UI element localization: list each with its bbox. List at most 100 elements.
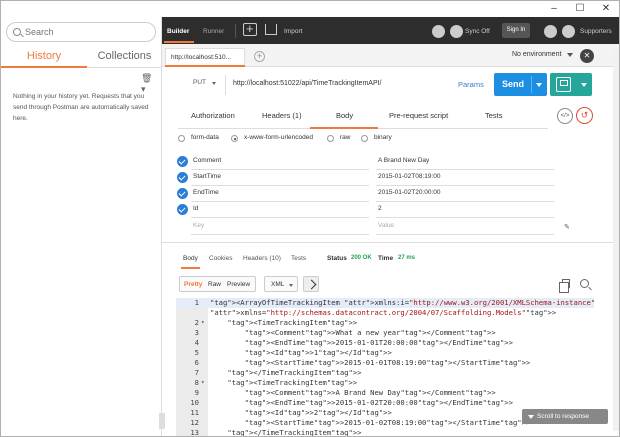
tab-tests[interactable]: Tests bbox=[485, 111, 503, 120]
row-value[interactable]: 2 bbox=[378, 205, 382, 212]
send-options-chevron-icon[interactable] bbox=[536, 83, 542, 87]
runner-tab[interactable]: Runner bbox=[203, 28, 224, 35]
code-line: 7 "tag"></TimeTrackingItem"tag">> bbox=[176, 368, 594, 378]
tab-collections[interactable]: Collections bbox=[87, 46, 162, 68]
response-tab-body[interactable]: Body bbox=[183, 255, 198, 262]
close-window-button[interactable]: ✕ bbox=[599, 3, 613, 14]
code-text: "tag"><ArrayOfTimeTrackingItem "attr">xm… bbox=[210, 298, 594, 307]
radio-raw[interactable] bbox=[327, 135, 334, 142]
wrap-lines-icon[interactable] bbox=[303, 276, 319, 292]
interceptor-icon[interactable] bbox=[432, 25, 445, 38]
row-enabled-checkbox[interactable] bbox=[177, 188, 188, 199]
radio-form-data[interactable] bbox=[178, 135, 185, 142]
code-line: 2 ▾ "tag"><TimeTrackingItem"tag">> bbox=[176, 318, 594, 328]
postman-window: – ☐ ✕ History Collections 🗑▾ Nothing in … bbox=[0, 0, 620, 437]
send-label: Send bbox=[502, 79, 525, 89]
environment-select[interactable]: No environment bbox=[512, 51, 561, 58]
code-text: "tag"><Comment"tag">>A Brand New Day"tag… bbox=[244, 388, 496, 397]
row-enabled-checkbox[interactable] bbox=[177, 204, 188, 215]
tab-headers[interactable]: Headers (1) bbox=[262, 111, 302, 120]
row-enabled-checkbox[interactable] bbox=[177, 156, 188, 167]
import-icon[interactable] bbox=[265, 24, 277, 35]
format-raw[interactable]: Raw bbox=[208, 281, 221, 288]
form-row-new: Key Value bbox=[173, 218, 573, 235]
method-chevron-icon[interactable] bbox=[212, 82, 216, 85]
params-button[interactable]: Params bbox=[458, 80, 484, 89]
response-tab-cookies[interactable]: Cookies bbox=[209, 255, 232, 262]
format-preview[interactable]: Preview bbox=[227, 281, 250, 288]
supporters-link[interactable]: Supporters bbox=[580, 28, 612, 35]
generate-code-icon[interactable]: </> bbox=[557, 108, 573, 124]
code-line: 4 "tag"><EndTime"tag">>2015-01-01T20:00:… bbox=[176, 338, 594, 348]
row-key[interactable]: Id bbox=[193, 205, 198, 212]
sync-icon[interactable] bbox=[450, 25, 463, 38]
sidebar-scrollbar[interactable] bbox=[159, 413, 165, 429]
row-value[interactable]: 2015-01-02T08:19:00 bbox=[378, 173, 441, 180]
search-box[interactable] bbox=[6, 22, 156, 42]
settings-icon[interactable] bbox=[544, 25, 557, 38]
response-tab-headers[interactable]: Headers (10) bbox=[243, 255, 281, 262]
row-key[interactable]: EndTime bbox=[193, 189, 219, 196]
line-number: 1 bbox=[194, 298, 199, 307]
radio-label-binary: binary bbox=[374, 134, 392, 141]
search-response-icon[interactable] bbox=[580, 279, 589, 288]
bulk-edit-icon[interactable]: ✎ bbox=[564, 223, 572, 231]
fold-toggle-icon[interactable]: ▾ bbox=[201, 318, 205, 328]
builder-tab[interactable]: Builder bbox=[167, 28, 189, 35]
line-number: 7 bbox=[194, 368, 199, 377]
copy-icon[interactable] bbox=[559, 279, 570, 293]
row-value[interactable]: 2015-01-02T20:00:00 bbox=[378, 189, 441, 196]
save-options-chevron-icon[interactable] bbox=[581, 83, 587, 87]
import-button[interactable]: Import bbox=[284, 28, 302, 35]
minimize-button[interactable]: – bbox=[547, 3, 561, 14]
tab-history[interactable]: History bbox=[1, 46, 87, 68]
code-text: "tag"><Id"tag">>1"tag"></Id"tag">> bbox=[244, 348, 392, 357]
code-text: "tag"><TimeTrackingItem"tag">> bbox=[227, 378, 358, 387]
radio-urlencoded[interactable] bbox=[231, 135, 238, 142]
row-key[interactable]: StartTime bbox=[193, 173, 221, 180]
sidebar: History Collections 🗑▾ Nothing in your h… bbox=[1, 17, 165, 436]
sign-in-button[interactable]: Sign In bbox=[502, 23, 530, 38]
code-text: "tag"><EndTime"tag">>2015-01-01T20:00:00… bbox=[244, 338, 513, 347]
time-label: Time bbox=[378, 255, 394, 262]
time-value: 27 ms bbox=[398, 255, 416, 261]
maximize-button[interactable]: ☐ bbox=[573, 3, 587, 14]
heart-icon[interactable] bbox=[562, 25, 575, 38]
radio-binary[interactable] bbox=[361, 135, 368, 142]
language-select[interactable]: XML bbox=[264, 276, 298, 292]
response-tab-tests[interactable]: Tests bbox=[291, 255, 306, 262]
chevron-down-icon[interactable] bbox=[567, 53, 573, 57]
line-number: 3 bbox=[194, 328, 199, 337]
new-value-input[interactable]: Value bbox=[378, 222, 394, 229]
save-disk-icon bbox=[556, 77, 571, 92]
code-text: "tag"><TimeTrackingItem"tag">> bbox=[227, 318, 358, 327]
code-line: 6 "tag"><StartTime"tag">>2015-01-01T08:1… bbox=[176, 358, 594, 368]
new-window-icon[interactable] bbox=[243, 21, 257, 36]
line-number: 9 bbox=[194, 388, 199, 397]
new-key-input[interactable]: Key bbox=[193, 222, 204, 229]
method-select[interactable]: PUT bbox=[193, 79, 206, 86]
reset-icon[interactable]: ↺ bbox=[576, 107, 593, 124]
url-input[interactable]: http://localhost:51022/api/TimeTrackingI… bbox=[233, 80, 382, 87]
tab-authorization[interactable]: Authorization bbox=[191, 111, 235, 120]
row-value[interactable]: A Brand New Day bbox=[378, 157, 429, 164]
row-enabled-checkbox[interactable] bbox=[177, 172, 188, 183]
form-row: StartTime 2015-01-02T08:19:00 bbox=[173, 169, 573, 186]
scroll-to-response-button[interactable]: Scroll to response bbox=[522, 409, 608, 424]
main-scrollbar[interactable] bbox=[613, 51, 619, 431]
send-button[interactable]: Send bbox=[494, 73, 547, 96]
line-number: 4 bbox=[194, 338, 199, 347]
search-input[interactable] bbox=[25, 25, 150, 39]
form-row: Comment A Brand New Day bbox=[173, 153, 573, 170]
fold-toggle-icon[interactable]: ▾ bbox=[201, 378, 205, 388]
format-pretty[interactable]: Pretty bbox=[184, 281, 202, 288]
radio-label-urlencoded: x-www-form-urlencoded bbox=[244, 134, 313, 141]
trash-icon[interactable]: 🗑▾ bbox=[141, 73, 155, 94]
tab-pre-request-script[interactable]: Pre-request script bbox=[389, 111, 448, 120]
tab-body[interactable]: Body bbox=[336, 111, 353, 120]
row-key[interactable]: Comment bbox=[193, 157, 221, 164]
add-tab-icon[interactable]: + bbox=[254, 51, 265, 62]
environment-quick-look-icon[interactable]: ✕ bbox=[580, 49, 594, 63]
language-label: XML bbox=[271, 281, 285, 288]
save-button[interactable] bbox=[550, 73, 592, 96]
